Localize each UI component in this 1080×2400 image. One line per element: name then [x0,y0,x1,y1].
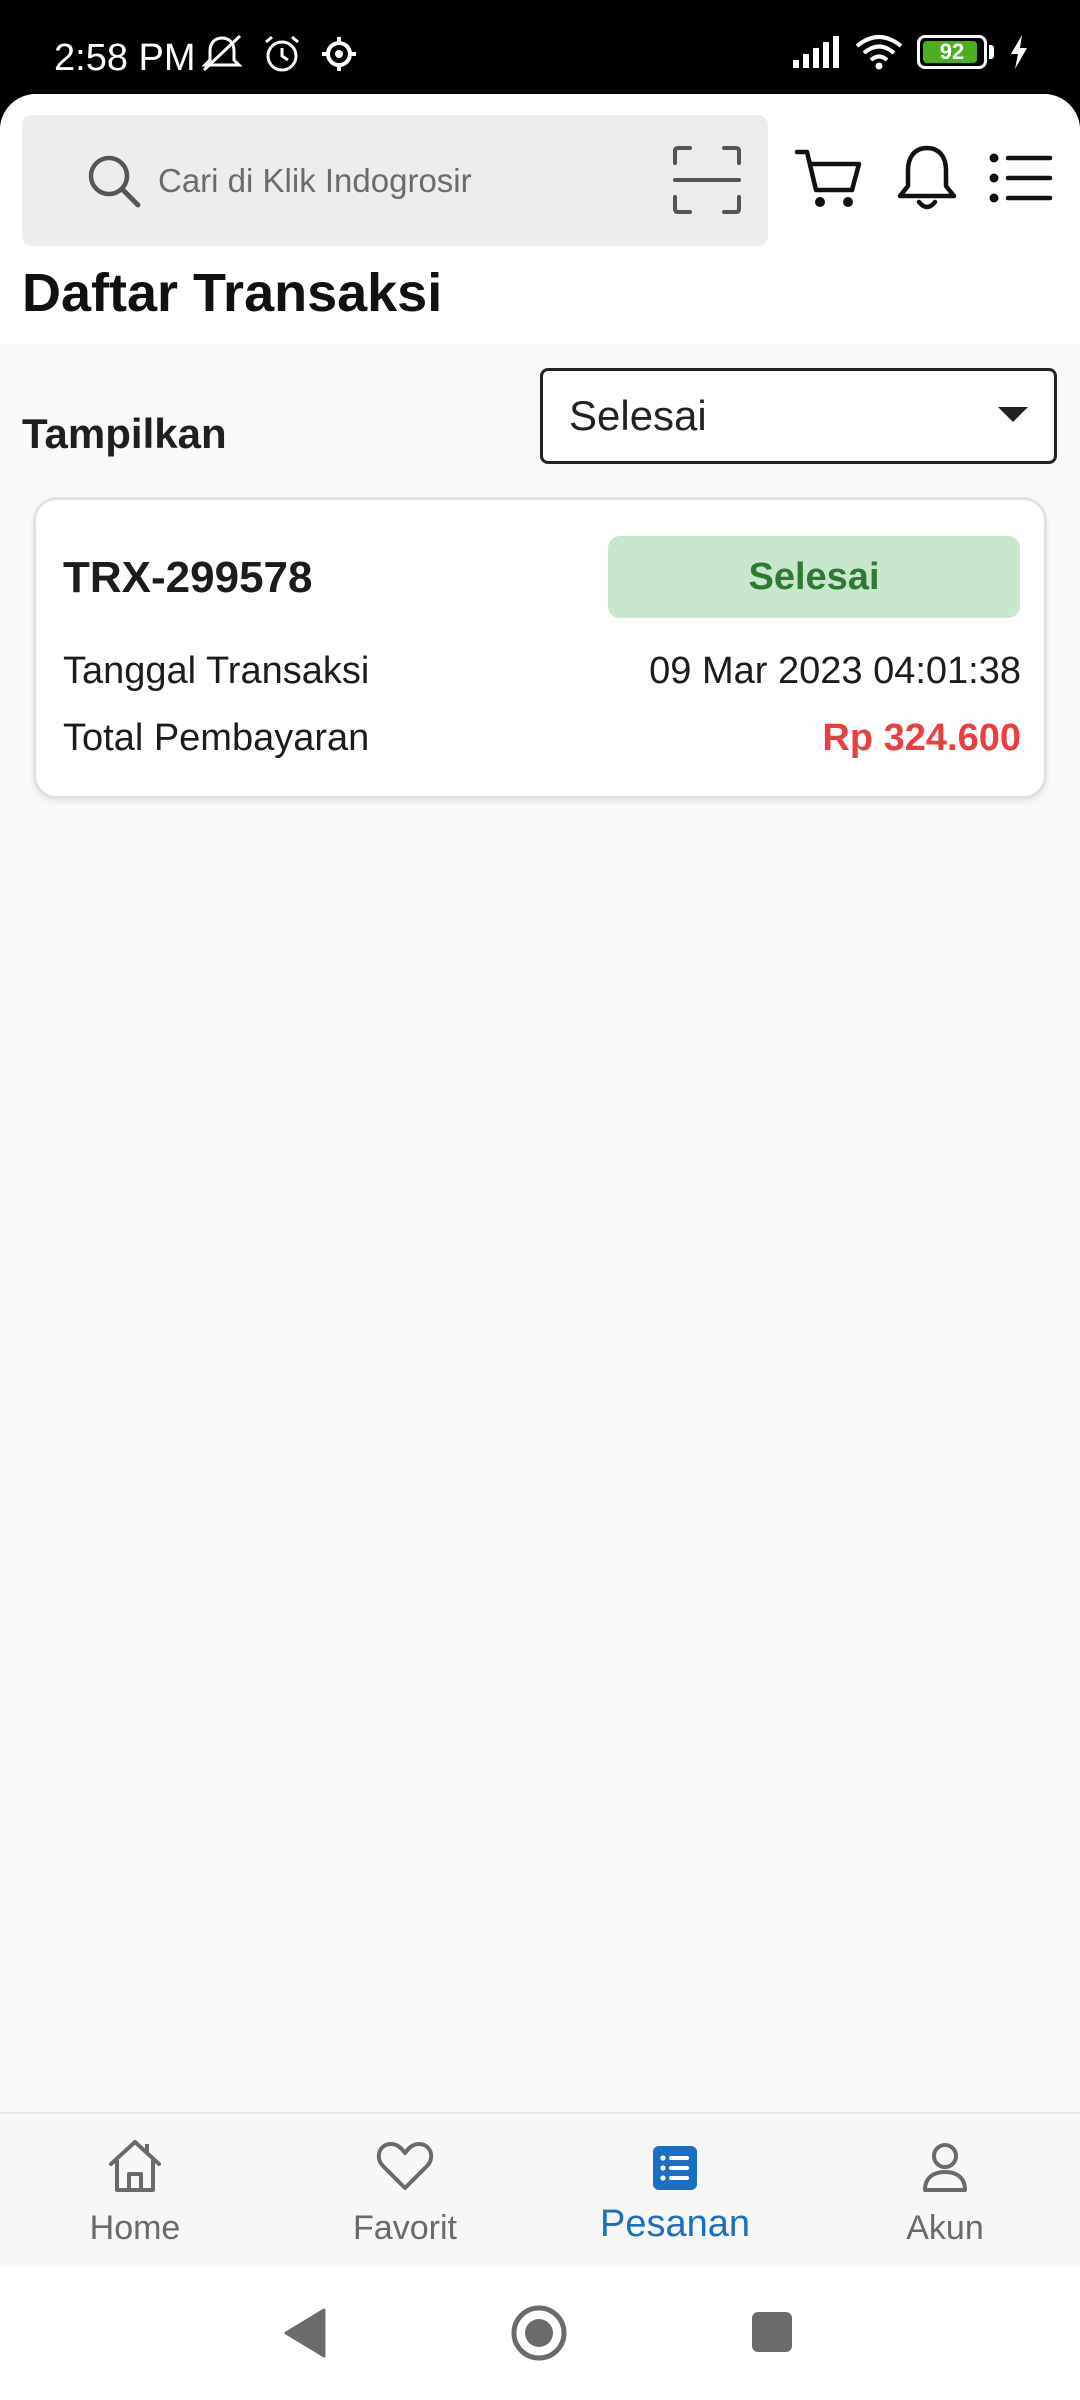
status-right-icons: 92 [791,34,1030,70]
transaction-date-value: 09 Mar 2023 04:01:38 [649,650,1021,692]
status-left-icons [200,34,358,74]
header: Cari di Klik Indogrosir Daftar Transaksi [0,94,1080,344]
menu-icon[interactable] [988,146,1054,210]
nav-label-akun: Akun [906,2209,984,2247]
home-icon [109,2140,161,2192]
nav-item-pesanan[interactable]: Pesanan [540,2114,810,2268]
account-icon [923,2143,967,2192]
status-badge: Selesai [608,536,1020,618]
heart-icon [376,2142,434,2190]
nav-item-akun[interactable]: Akun [810,2114,1080,2268]
search-icon [88,155,141,208]
back-icon[interactable] [280,2306,330,2360]
status-time: 2:58 PM [54,37,196,79]
home-button-icon[interactable] [510,2304,568,2362]
transaction-total-label: Total Pembayaran [63,717,370,759]
battery-level: 92 [939,39,965,64]
settings-icon [322,37,356,71]
wifi-icon [855,35,903,70]
recents-icon[interactable] [752,2312,792,2352]
filter-label: Tampilkan [22,410,227,457]
filter-selected-value: Selesai [569,392,707,439]
scan-icon[interactable] [672,145,742,215]
nav-label-pesanan: Pesanan [599,2203,750,2245]
battery-icon: 92 [917,35,987,69]
status-filter-dropdown[interactable]: Selesai [540,368,1057,464]
transaction-date-row: Tanggal Transaksi 09 Mar 2023 04:01:38 [63,643,1021,699]
alarm-icon [265,35,299,72]
nav-item-home[interactable]: Home [0,2114,270,2268]
chevron-down-icon [998,407,1028,422]
bottom-nav: Home Favorit Pesanan Akun [0,2112,1080,2266]
page-title: Daftar Transaksi [22,263,443,323]
status-bar: 2:58 PM 92 [0,0,1080,100]
orders-icon [653,2146,697,2190]
nav-label-home: Home [89,2209,181,2247]
battery-cap [989,45,994,59]
app-screen: Cari di Klik Indogrosir Daftar Transaksi… [0,94,1080,2266]
nav-item-favorit[interactable]: Favorit [270,2114,540,2268]
signal-icon [793,36,839,68]
system-navigation-bar [0,2266,1080,2400]
bell-icon[interactable] [892,142,962,214]
transaction-card[interactable]: TRX-299578 Selesai Tanggal Transaksi 09 … [33,497,1047,799]
transaction-total-value: Rp 324.600 [822,717,1021,759]
mute-icon [201,34,243,72]
transaction-id: TRX-299578 [63,553,313,602]
cart-icon[interactable] [794,144,864,214]
transaction-total-row: Total Pembayaran Rp 324.600 [63,710,1021,766]
charging-icon [1011,35,1027,69]
transaction-date-label: Tanggal Transaksi [63,650,370,692]
search-placeholder: Cari di Klik Indogrosir [158,162,472,199]
nav-label-favorit: Favorit [353,2209,457,2247]
search-input[interactable]: Cari di Klik Indogrosir [22,115,768,246]
